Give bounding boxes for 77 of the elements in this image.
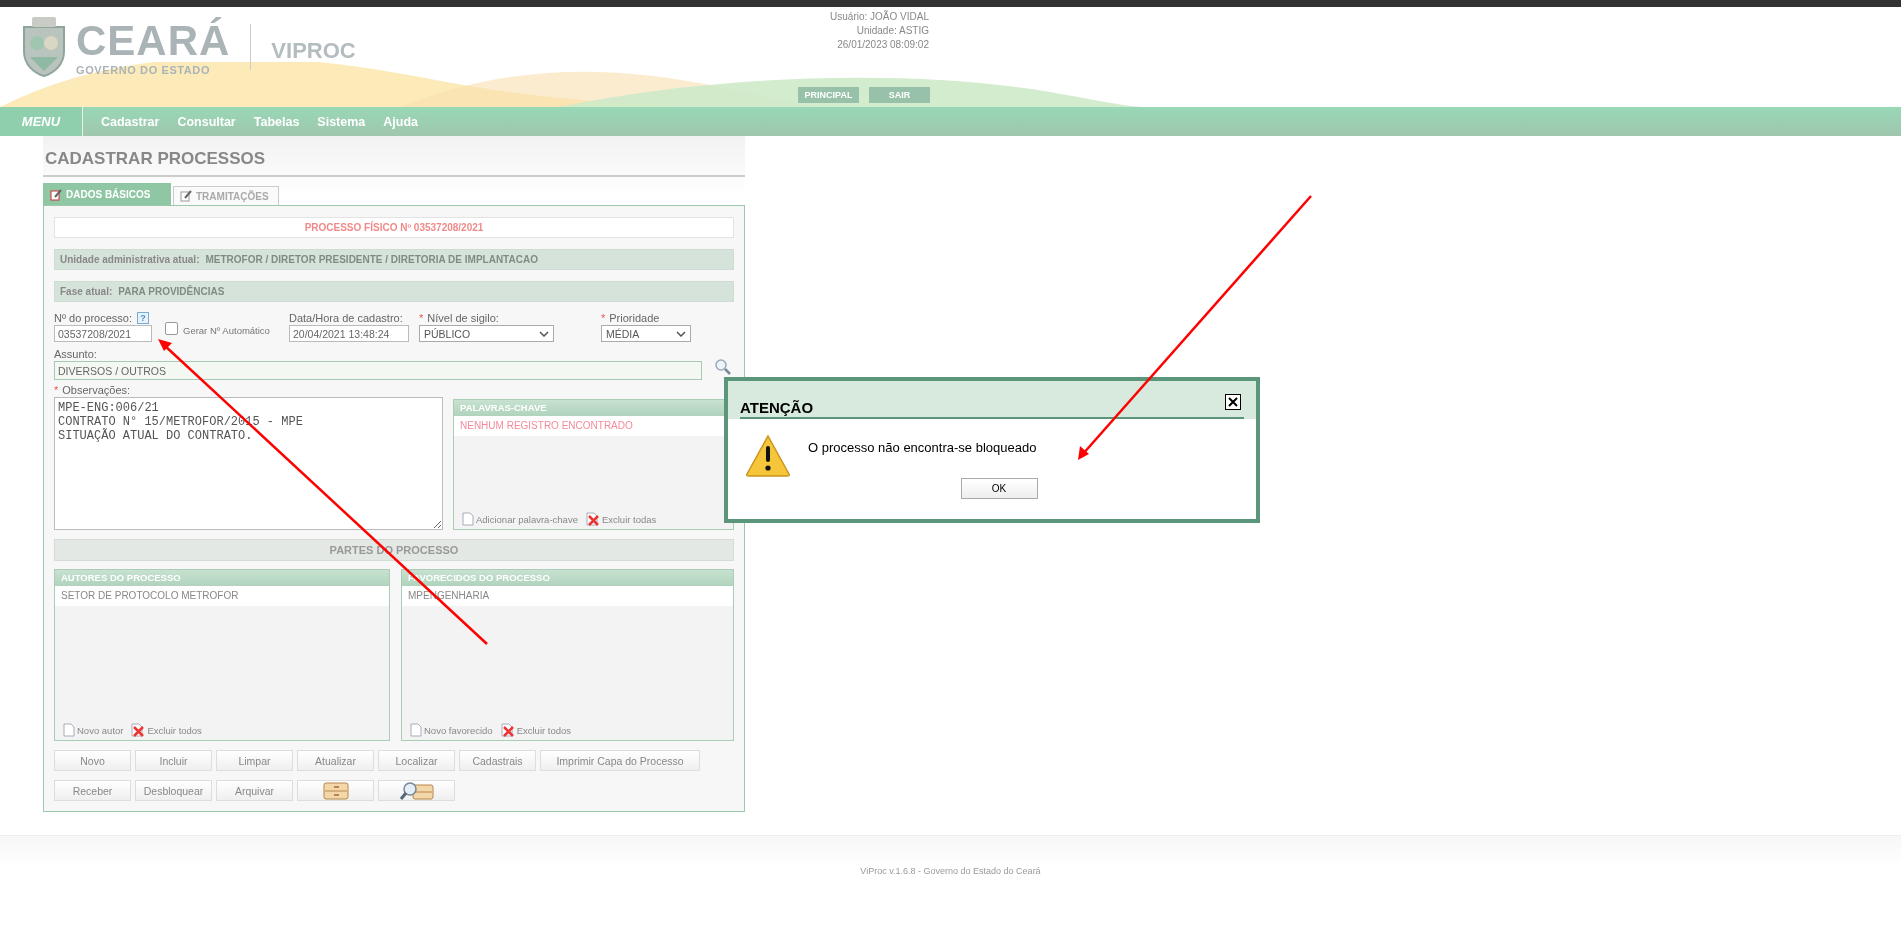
edit-icon bbox=[50, 188, 62, 201]
close-button[interactable] bbox=[1225, 394, 1241, 410]
process-number-field[interactable]: 03537208/2021 bbox=[54, 325, 152, 342]
action-link[interactable]: Novo favorecido bbox=[410, 723, 493, 737]
ok-button[interactable]: OK bbox=[960, 478, 1038, 499]
date-field[interactable]: 20/04/2021 13:48:24 bbox=[289, 325, 409, 342]
field-label: Prioridade bbox=[609, 312, 660, 324]
form-button[interactable]: Desbloquear bbox=[135, 780, 212, 801]
form-button[interactable]: Atualizar bbox=[297, 750, 374, 771]
warning-icon bbox=[745, 434, 791, 478]
process-banner: PROCESSO FÍSICO Nº 03537208/2021 bbox=[54, 217, 734, 238]
header-button[interactable]: PRINCIPAL bbox=[798, 87, 859, 103]
checkbox-label: Gerar Nº Automático bbox=[183, 325, 270, 336]
info-value: METROFOR / DIRETOR PRESIDENTE / DIRETORIA DE IMPLANTACAO bbox=[205, 254, 538, 265]
checkbox[interactable] bbox=[165, 321, 178, 335]
magnifier-cabinet-icon bbox=[398, 780, 435, 801]
field-label: Data/Hora de cadastro: bbox=[289, 312, 403, 324]
user-info-text: 26/01/2023 08:09:02 bbox=[836, 38, 929, 52]
dropdown[interactable]: PÚBLICO bbox=[419, 325, 554, 342]
form-button[interactable]: Novo bbox=[54, 750, 131, 771]
form-button[interactable]: Incluir bbox=[135, 750, 212, 771]
form-button[interactable]: Imprimir Capa do Processo bbox=[540, 750, 700, 771]
menu-item[interactable]: Ajuda bbox=[383, 114, 419, 129]
action-link[interactable]: Novo autor bbox=[63, 723, 124, 737]
field-label: Nº do processo: bbox=[54, 312, 132, 324]
chevron-down-icon bbox=[539, 330, 549, 337]
dropdown[interactable]: MÉDIA bbox=[601, 325, 691, 342]
document-icon bbox=[410, 723, 422, 737]
tab[interactable]: TRAMITAÇÕES bbox=[173, 186, 279, 205]
action-link[interactable]: Excluir todas bbox=[585, 512, 657, 526]
tab[interactable]: DADOS BÁSICOS bbox=[43, 183, 171, 205]
chevron-down-icon bbox=[676, 330, 686, 337]
menu-item[interactable]: Sistema bbox=[317, 114, 366, 129]
app-name: VIPROC bbox=[271, 38, 356, 64]
cabinet-button[interactable] bbox=[297, 780, 374, 801]
help-button[interactable]: ? bbox=[137, 312, 149, 324]
header-button[interactable]: SAIR bbox=[869, 87, 930, 103]
action-link[interactable]: Excluir todos bbox=[131, 723, 202, 737]
info-label: Unidade administrativa atual: bbox=[60, 254, 200, 265]
info-label: Fase atual: bbox=[60, 286, 113, 297]
dialog-message: O processo não encontra-se bloqueado bbox=[808, 440, 1037, 455]
form-button[interactable]: Receber bbox=[54, 780, 131, 801]
page-title: CADASTRAR PROCESSOS bbox=[44, 148, 267, 169]
field-label: Nível de sigilo: bbox=[427, 312, 499, 324]
brand-name: CEARÁ bbox=[76, 17, 231, 65]
search-cabinet-button[interactable] bbox=[378, 780, 455, 801]
action-link[interactable]: Excluir todos bbox=[500, 723, 572, 737]
crest-icon bbox=[20, 17, 68, 77]
info-value: PARA PROVIDÊNCIAS bbox=[118, 286, 225, 297]
panel-header: AUTORES DO PROCESSO bbox=[55, 570, 389, 586]
cabinet-icon bbox=[321, 780, 350, 801]
form-button[interactable]: Arquivar bbox=[216, 780, 293, 801]
action-link[interactable]: Adicionar palavra-chave bbox=[462, 512, 578, 526]
document-icon bbox=[63, 723, 75, 737]
user-info-text: Unidade: ASTIG bbox=[855, 24, 929, 38]
required-asterisk: * bbox=[54, 384, 59, 396]
delete-icon bbox=[585, 512, 600, 526]
delete-icon bbox=[131, 723, 146, 737]
field-label: Observações: bbox=[62, 384, 131, 396]
field-label: Assunto: bbox=[54, 348, 97, 360]
form-button[interactable]: Limpar bbox=[216, 750, 293, 771]
document-icon bbox=[462, 512, 474, 526]
list-row[interactable]: SETOR DE PROTOCOLO METROFOR bbox=[55, 586, 389, 606]
form-button[interactable]: Localizar bbox=[378, 750, 455, 771]
edit-icon bbox=[180, 190, 192, 202]
footer-text: ViProc v.1.6.8 - Governo do Estado do Ceará bbox=[859, 866, 1042, 876]
required-asterisk: * bbox=[419, 312, 424, 324]
form-button[interactable]: Cadastrais bbox=[459, 750, 536, 771]
menu-item[interactable]: Consultar bbox=[177, 114, 236, 129]
menu-item[interactable]: Cadastrar bbox=[101, 114, 160, 129]
required-asterisk: * bbox=[601, 312, 606, 324]
user-info-text: Usuário: JOÃO VIDAL bbox=[830, 10, 929, 24]
delete-icon bbox=[500, 723, 515, 737]
menu-label[interactable]: MENU bbox=[0, 107, 83, 136]
subject-field[interactable]: DIVERSOS / OUTROS bbox=[54, 361, 702, 380]
search-icon bbox=[714, 357, 732, 376]
menu-item[interactable]: Tabelas bbox=[253, 114, 300, 129]
